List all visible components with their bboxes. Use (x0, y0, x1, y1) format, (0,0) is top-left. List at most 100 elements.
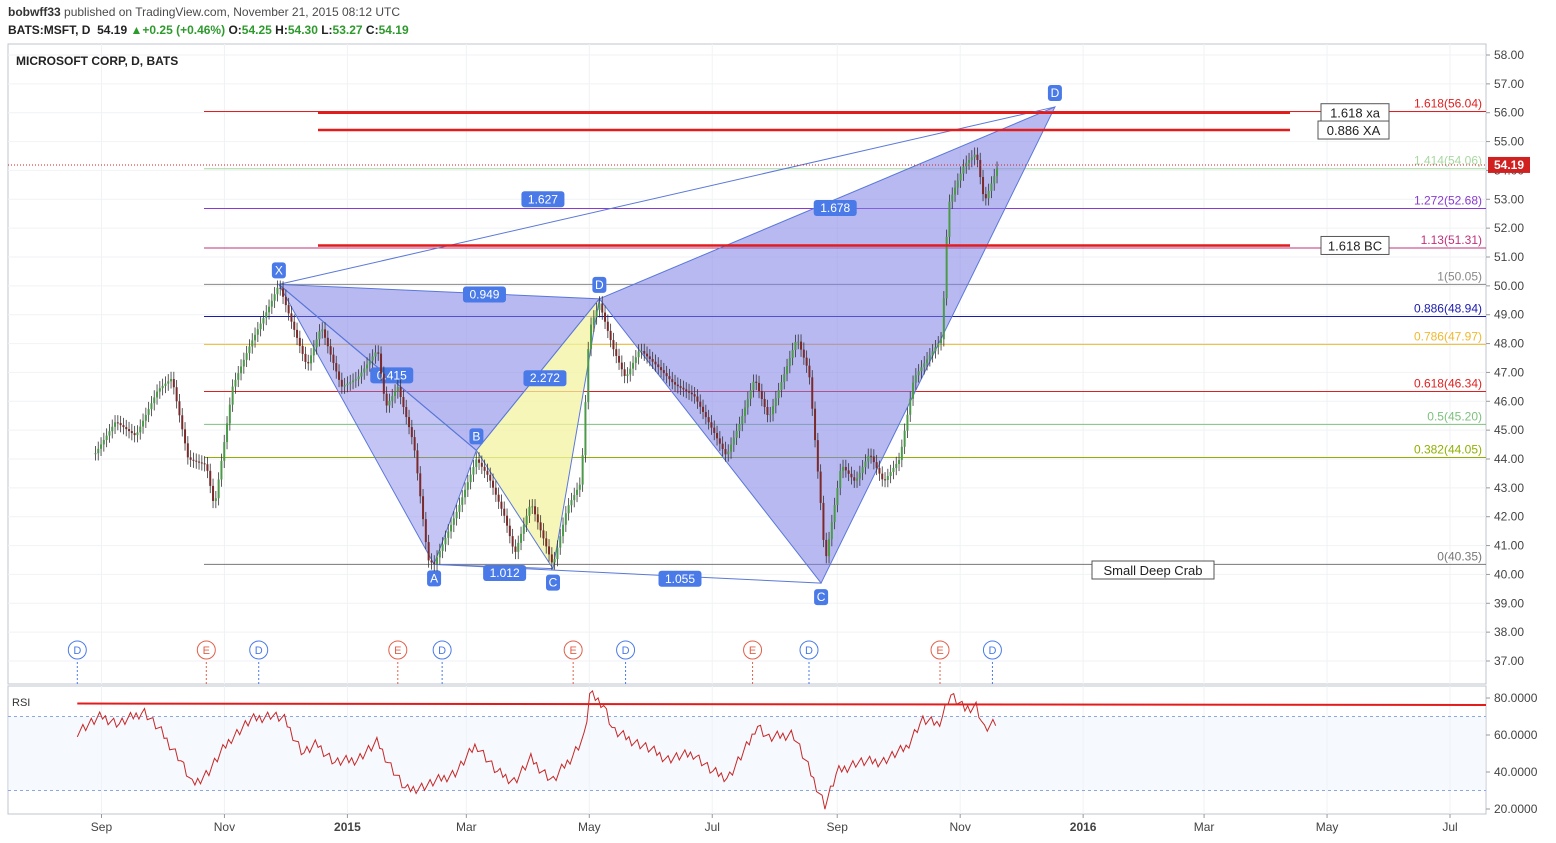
event-label[interactable]: D (988, 645, 996, 657)
price-candle (363, 368, 366, 373)
price-candle (623, 369, 626, 376)
price-candle (200, 462, 203, 464)
price-candle (366, 364, 369, 369)
pattern-point-label[interactable]: C (817, 590, 826, 604)
price-candle (581, 455, 584, 485)
price-candle (822, 502, 825, 540)
event-label[interactable]: D (438, 645, 446, 657)
price-candle (973, 154, 976, 158)
price-candle (618, 355, 621, 363)
price-candle (856, 478, 859, 481)
event-label[interactable]: E (569, 645, 576, 657)
price-candle (186, 443, 189, 458)
price-candle (584, 402, 587, 456)
price-candle (156, 391, 159, 398)
price-candle (410, 427, 413, 438)
price-tick-label: 49.00 (1494, 308, 1524, 322)
price-candle (444, 537, 447, 545)
price-candle (335, 363, 338, 372)
pattern-point-label[interactable]: C (549, 576, 558, 590)
price-candle (931, 351, 934, 356)
price-candle (144, 414, 147, 421)
time-tick-label: Nov (950, 820, 971, 834)
price-candle (231, 386, 234, 405)
price-chart[interactable]: XABCDCD0.9490.415 2.2721.0121.6271.6781.0… (0, 0, 1556, 843)
price-candle (685, 389, 688, 392)
price-candle (940, 339, 943, 344)
price-candle (951, 194, 954, 202)
ratio-label[interactable]: 1.012 (490, 566, 520, 580)
price-candle (352, 380, 355, 383)
pattern-point-label[interactable]: D (1051, 86, 1060, 100)
event-label[interactable]: D (255, 645, 263, 657)
price-candle (629, 368, 632, 375)
ratio-label[interactable]: 1.055 (665, 572, 695, 586)
price-candle (531, 506, 534, 508)
price-candle (861, 467, 864, 473)
price-tick-label: 43.00 (1494, 481, 1524, 495)
price-candle (760, 390, 763, 399)
price-candle (422, 496, 425, 520)
ratio-label[interactable]: 1.627 (528, 192, 558, 206)
price-candle (433, 562, 436, 564)
price-candle (447, 531, 450, 538)
price-candle (730, 444, 733, 452)
price-candle (525, 515, 528, 525)
ratio-label[interactable]: 2.272 (530, 371, 560, 385)
ratio-label[interactable]: 0.949 (469, 288, 499, 302)
price-candle (794, 342, 797, 351)
event-label[interactable]: D (622, 645, 630, 657)
price-candle (374, 352, 377, 357)
price-candle (660, 367, 663, 371)
price-candle (259, 323, 262, 330)
price-candle (956, 180, 959, 188)
price-candle (486, 470, 489, 475)
price-tick-label: 46.00 (1494, 394, 1524, 408)
price-candle (492, 480, 495, 488)
ratio-label[interactable]: 1.678 (820, 201, 850, 215)
price-tick-label: 47.00 (1494, 365, 1524, 379)
pattern-point-label[interactable]: A (430, 571, 438, 585)
target-label[interactable]: 1.618 BC (1328, 238, 1382, 253)
price-candle (556, 547, 559, 560)
price-candle (382, 373, 385, 394)
event-label[interactable]: E (749, 645, 756, 657)
price-candle (142, 420, 145, 427)
pattern-point-label[interactable]: D (595, 278, 604, 292)
price-candle (209, 470, 212, 486)
price-tick-label: 58.00 (1494, 48, 1524, 62)
price-candle (469, 474, 472, 483)
time-tick-label: 2016 (1070, 820, 1097, 834)
price-candle (105, 435, 108, 441)
price-candle (948, 201, 951, 237)
event-label[interactable]: E (394, 645, 401, 657)
target-label[interactable]: 0.886 XA (1327, 123, 1381, 138)
price-candle (959, 173, 962, 181)
price-candle (472, 467, 475, 475)
price-tick-label: 48.00 (1494, 337, 1524, 351)
price-candle (828, 539, 831, 557)
price-candle (511, 536, 514, 547)
price-candle (122, 425, 125, 428)
pattern-name[interactable]: Small Deep Crab (1104, 563, 1203, 578)
price-candle (181, 415, 184, 430)
price-candle (332, 354, 335, 364)
price-candle (377, 352, 380, 354)
pattern-point-label[interactable]: B (472, 429, 480, 443)
price-candle (461, 497, 464, 505)
event-label[interactable]: D (805, 645, 813, 657)
event-label[interactable]: E (203, 645, 210, 657)
target-label[interactable]: 1.618 xa (1330, 106, 1381, 121)
price-candle (217, 479, 220, 499)
pattern-point-label[interactable]: X (275, 263, 283, 277)
price-candle (808, 365, 811, 378)
price-candle (326, 337, 329, 347)
event-label[interactable]: D (73, 645, 81, 657)
price-candle (343, 385, 346, 387)
price-candle (287, 305, 290, 314)
event-label[interactable]: E (936, 645, 943, 657)
price-candle (696, 396, 699, 402)
price-tick-label: 39.00 (1494, 596, 1524, 610)
price-candle (396, 387, 399, 392)
price-candle (184, 429, 187, 444)
